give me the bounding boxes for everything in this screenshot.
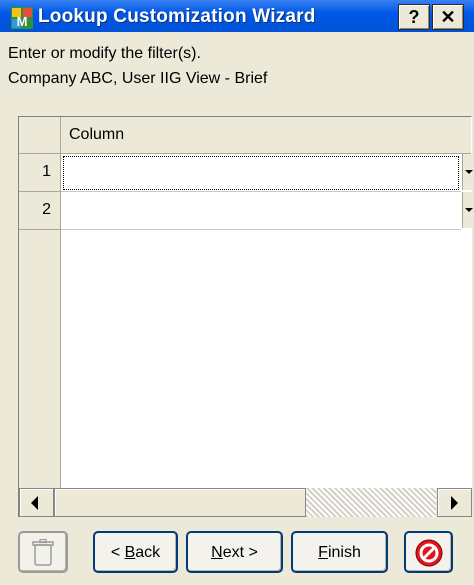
column-header[interactable]: Column [61,117,471,154]
help-button[interactable]: ? [398,4,430,30]
next-label: ext > [222,544,258,561]
row-header-1[interactable]: 1 [19,154,61,192]
grid-corner [19,117,61,154]
scroll-right-icon[interactable] [437,488,472,517]
column-cell-2[interactable] [61,192,461,230]
button-bar: < Back Next > Finish [0,521,474,585]
delete-button[interactable] [18,531,68,573]
scrollbar-thumb[interactable] [54,488,306,517]
dropdown-arrow-icon[interactable] [462,192,473,228]
cancel-icon [415,539,442,567]
cancel-button[interactable] [404,531,453,573]
dropdown-arrow-icon[interactable] [462,154,473,190]
instructions: Enter or modify the filter(s). Company A… [8,41,267,91]
scroll-left-icon[interactable] [19,488,54,517]
finish-accelerator: F [318,544,328,561]
svg-text:M: M [17,14,28,29]
wizard-app-icon: M [11,7,33,29]
back-accelerator: B [124,544,136,561]
close-button[interactable]: ✕ [432,4,464,30]
row-number: 2 [42,201,51,218]
finish-label: inish [327,544,361,561]
trash-can-icon [32,538,54,566]
filter-grid[interactable]: Column 1 2 [18,116,473,517]
horizontal-scrollbar[interactable] [19,488,472,517]
row-number: 1 [42,163,51,180]
view-description: Company ABC, User IIG View - Brief [8,70,268,87]
instruction-line: Enter or modify the filter(s). [8,45,201,62]
next-button[interactable]: Next > [186,531,283,573]
column-cell-1[interactable] [61,154,461,192]
column-header-label: Column [69,126,125,143]
scrollbar-track[interactable] [306,488,436,517]
back-button[interactable]: < Back [93,531,178,573]
title-bar[interactable]: M Lookup Customization Wizard ? ✕ [0,0,474,32]
row-header-2[interactable]: 2 [19,192,61,230]
back-label: ack [135,544,161,561]
next-accelerator: N [211,544,223,561]
finish-button[interactable]: Finish [291,531,388,573]
window-title: Lookup Customization Wizard [38,6,316,27]
